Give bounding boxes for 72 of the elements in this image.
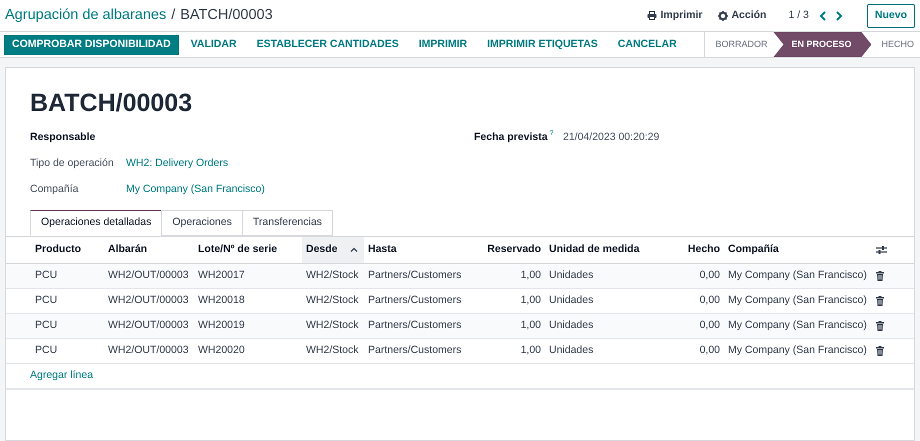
table-cell: 0,00 <box>669 313 724 338</box>
table-cell: WH2/Stock <box>302 263 364 288</box>
table-cell: Unidades <box>545 338 669 363</box>
table-cell: My Company (San Francisco) <box>724 263 876 288</box>
column-header[interactable]: Reservado <box>487 242 541 258</box>
table-cell: WH20020 <box>194 338 302 363</box>
field-link[interactable]: WH2: Delivery Orders <box>126 156 228 172</box>
table-cell: WH20017 <box>194 263 302 288</box>
field-value: 21/04/2023 00:20:29 <box>563 130 660 146</box>
table-cell: WH2/Stock <box>302 338 364 363</box>
table-cell: PCU <box>6 338 104 363</box>
action-button[interactable]: CANCELAR <box>610 34 685 54</box>
action-button[interactable]: IMPRIMIR <box>410 34 476 54</box>
column-header[interactable]: Compañía <box>728 242 779 258</box>
field-label: Compañía <box>30 182 80 198</box>
table-cell: Unidades <box>545 288 669 313</box>
status-step[interactable]: HECHO <box>871 32 920 57</box>
pager-value: 1 / 3 <box>788 8 809 23</box>
table-cell: 0,00 <box>669 263 724 288</box>
action-button[interactable]: VALIDAR <box>182 34 245 54</box>
table-cell: WH2/Stock <box>302 313 364 338</box>
column-header[interactable]: Albarán <box>108 242 148 258</box>
table-cell: PCU <box>6 313 104 338</box>
status-step[interactable]: BORRADOR <box>705 32 774 57</box>
table-cell: Partners/Customers <box>364 338 485 363</box>
table-cell: WH2/OUT/00003 <box>104 288 194 313</box>
tab[interactable]: Transferencias <box>242 210 333 236</box>
column-header[interactable]: Hasta <box>368 242 397 258</box>
table-cell: My Company (San Francisco) <box>724 288 876 313</box>
new-button[interactable]: Nuevo <box>866 4 915 28</box>
field-label: Responsable <box>30 130 96 146</box>
table-cell: 1,00 <box>485 263 545 288</box>
table-cell: Unidades <box>545 263 669 288</box>
column-header[interactable]: Lote/Nº de serie <box>198 242 278 258</box>
field-link[interactable]: My Company (San Francisco) <box>126 182 265 198</box>
field-label: Tipo de operación <box>30 156 115 172</box>
table-cell: Partners/Customers <box>364 288 485 313</box>
action-button[interactable]: ESTABLECER CANTIDADES <box>248 34 407 54</box>
table-cell: 0,00 <box>669 338 724 363</box>
table-cell: WH2/OUT/00003 <box>104 338 194 363</box>
table-cell: 1,00 <box>485 288 545 313</box>
action-button[interactable]: IMPRIMIR ETIQUETAS <box>479 34 606 54</box>
table-cell: Unidades <box>545 313 669 338</box>
table-cell: WH2/OUT/00003 <box>104 263 194 288</box>
table-cell: My Company (San Francisco) <box>724 338 876 363</box>
action-button[interactable]: Acción <box>731 8 766 24</box>
column-header[interactable]: Producto <box>35 242 82 258</box>
table-cell: My Company (San Francisco) <box>724 313 876 338</box>
table-cell: PCU <box>6 263 104 288</box>
add-line-link[interactable]: Agregar línea <box>30 368 94 384</box>
record-title: BATCH/00003 <box>30 88 194 118</box>
field-label: Fecha prevista <box>474 130 548 146</box>
breadcrumb-separator: / <box>171 6 176 25</box>
table-cell: WH20019 <box>194 313 302 338</box>
table-cell: WH2/OUT/00003 <box>104 313 194 338</box>
status-step[interactable]: EN PROCESO <box>773 32 872 57</box>
primary-button[interactable]: COMPROBAR DISPONIBILIDAD <box>4 34 179 54</box>
column-header[interactable]: Hecho <box>688 242 720 258</box>
table-cell: 1,00 <box>485 313 545 338</box>
table-cell: PCU <box>6 288 104 313</box>
breadcrumb-link[interactable]: Agrupación de albaranes <box>5 4 166 26</box>
table-cell: Partners/Customers <box>364 313 485 338</box>
table-cell: 0,00 <box>669 288 724 313</box>
table-cell: Partners/Customers <box>364 263 485 288</box>
tab[interactable]: Operaciones <box>161 210 243 236</box>
table-cell: 1,00 <box>485 338 545 363</box>
column-header[interactable]: Unidad de medida <box>549 242 640 258</box>
table-cell: WH2/Stock <box>302 288 364 313</box>
table-cell: WH20018 <box>194 288 302 313</box>
print-button[interactable]: Imprimir <box>660 8 702 24</box>
tab[interactable]: Operaciones detalladas <box>30 210 162 236</box>
record-breadcrumb: BATCH/00003 <box>180 6 273 25</box>
